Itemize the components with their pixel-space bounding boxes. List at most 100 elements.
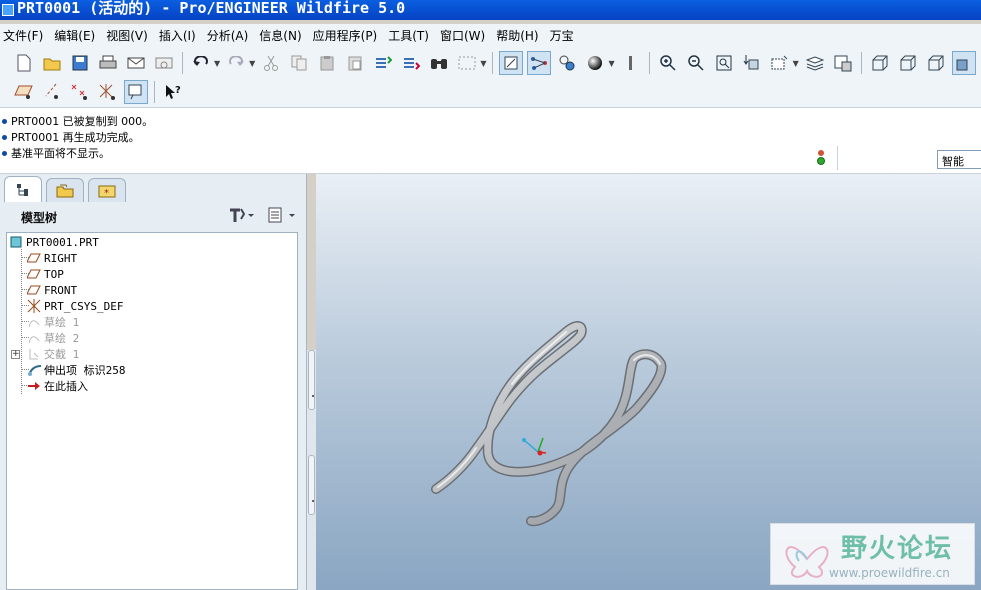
view-manager-button[interactable] xyxy=(831,51,855,75)
tree-item-right[interactable]: RIGHT xyxy=(27,250,77,266)
find-button[interactable] xyxy=(427,51,451,75)
sash-expand-button[interactable] xyxy=(308,455,315,515)
scene-button[interactable] xyxy=(619,51,643,75)
spring-wire-model[interactable] xyxy=(431,321,667,527)
status-light-icon xyxy=(816,150,826,168)
menu-help[interactable]: 帮助(H) xyxy=(493,27,546,44)
context-help-button[interactable]: ? xyxy=(161,80,185,104)
menu-edit[interactable]: 编辑(E) xyxy=(51,27,103,44)
datum-display-button[interactable] xyxy=(499,51,524,75)
email-button[interactable] xyxy=(124,51,148,75)
no-hidden-button[interactable] xyxy=(924,51,948,75)
message-area: PRT0001 已被复制到 000。 PRT0001 再生成功完成。 基准平面将… xyxy=(0,108,981,174)
toolbar-separator xyxy=(182,52,183,74)
csys-triad-icon xyxy=(522,437,547,456)
annotation-display-button[interactable] xyxy=(124,80,148,104)
axis-display-button[interactable] xyxy=(40,80,64,104)
new-file-button[interactable] xyxy=(12,51,36,75)
spin-center-button[interactable] xyxy=(527,51,552,75)
message-line: PRT0001 再生成功完成。 xyxy=(2,129,140,145)
menu-applications[interactable]: 应用程序(P) xyxy=(310,27,386,44)
print-button[interactable] xyxy=(96,51,120,75)
tree-item-csys[interactable]: PRT_CSYS_DEF xyxy=(27,298,123,314)
refit-button[interactable] xyxy=(712,51,736,75)
tab-folder-browser[interactable] xyxy=(46,178,84,202)
tree-item-sketch-2[interactable]: 草绘 2 xyxy=(27,330,79,346)
undo-button[interactable] xyxy=(189,51,213,75)
datum-plane-icon xyxy=(27,283,41,297)
menu-window[interactable]: 窗口(W) xyxy=(437,27,493,44)
selection-filter-select[interactable]: 智能 xyxy=(937,150,981,169)
wireframe-button[interactable] xyxy=(868,51,892,75)
tree-item-insert-here[interactable]: 在此插入 xyxy=(27,378,88,394)
tab-favorites[interactable]: * xyxy=(88,178,126,202)
tree-item-label: FRONT xyxy=(44,283,78,297)
regenerate-button[interactable] xyxy=(371,51,395,75)
menu-view[interactable]: 视图(V) xyxy=(103,27,156,44)
message-text: PRT0001 已被复制到 000。 xyxy=(11,115,154,128)
paste-button[interactable] xyxy=(315,51,339,75)
saved-views-button[interactable] xyxy=(768,51,792,75)
shading-button[interactable] xyxy=(583,51,607,75)
tree-item-sketch-1[interactable]: 草绘 1 xyxy=(27,314,79,330)
redo-button[interactable] xyxy=(224,51,248,75)
hidden-line-button[interactable] xyxy=(896,51,920,75)
appearance-button[interactable] xyxy=(555,51,579,75)
menu-file[interactable]: 文件(F) xyxy=(0,27,51,44)
svg-text:?: ? xyxy=(175,85,181,96)
saved-views-dropdown-icon[interactable]: ▼ xyxy=(793,59,799,68)
tree-show-button[interactable] xyxy=(267,206,299,228)
message-text: PRT0001 再生成功完成。 xyxy=(11,131,140,144)
tree-item-intersect-1[interactable]: 交截 1 xyxy=(27,346,79,362)
select-box-button[interactable] xyxy=(455,51,479,75)
reorient-button[interactable] xyxy=(740,51,764,75)
select-dropdown-icon[interactable]: ▼ xyxy=(480,59,486,68)
tree-item-top[interactable]: TOP xyxy=(27,266,64,282)
status-divider xyxy=(837,146,838,170)
annotation-display-icon xyxy=(128,84,142,100)
message-line: PRT0001 已被复制到 000。 xyxy=(2,113,153,129)
spin-center-icon xyxy=(531,57,548,70)
tree-item-protrusion[interactable]: 伸出项 标识258 xyxy=(27,362,126,378)
plane-display-button[interactable] xyxy=(12,80,36,104)
shading-dropdown-icon[interactable]: ▼ xyxy=(608,59,614,68)
saved-views-icon xyxy=(771,55,787,70)
menu-insert[interactable]: 插入(I) xyxy=(156,27,204,44)
csys-display-button[interactable] xyxy=(96,80,120,104)
tree-item-front[interactable]: FRONT xyxy=(27,282,77,298)
menu-wanbao[interactable]: 万宝 xyxy=(547,27,582,44)
paste-special-button[interactable] xyxy=(343,51,367,75)
menu-info[interactable]: 信息(N) xyxy=(256,27,309,44)
layers-button[interactable] xyxy=(803,51,827,75)
tree-expand-toggle[interactable]: + xyxy=(11,346,20,362)
save-button[interactable] xyxy=(68,51,92,75)
copy-button[interactable] xyxy=(287,51,311,75)
menu-tools[interactable]: 工具(T) xyxy=(385,27,437,44)
favorites-icon: * xyxy=(98,185,116,198)
open-file-button[interactable] xyxy=(40,51,64,75)
tab-model-tree[interactable] xyxy=(4,176,42,202)
tree-item-label: PRT_CSYS_DEF xyxy=(44,299,124,313)
mail-link-icon xyxy=(155,57,173,69)
cut-button[interactable] xyxy=(259,51,283,75)
message-text: 基准平面将不显示。 xyxy=(11,147,110,160)
redo-dropdown-icon[interactable]: ▼ xyxy=(249,59,255,68)
tree-item-part[interactable]: PRT0001.PRT xyxy=(9,234,99,250)
shaded-button[interactable] xyxy=(951,51,976,75)
svg-text:*: * xyxy=(104,188,109,198)
zoom-in-button[interactable] xyxy=(656,51,680,75)
tree-settings-button[interactable] xyxy=(228,206,256,228)
regeneration-manager-button[interactable] xyxy=(399,51,423,75)
part-icon xyxy=(9,235,23,249)
menu-analysis[interactable]: 分析(A) xyxy=(204,27,257,44)
help-pointer-icon: ? xyxy=(166,85,181,99)
toolbar-row-1: ▼ ▼ ▼ ▼ ▼ xyxy=(12,49,980,77)
zoom-out-button[interactable] xyxy=(684,51,708,75)
message-bullet-icon xyxy=(2,118,7,124)
tree-item-label: 在此插入 xyxy=(44,380,88,393)
panel-sash[interactable] xyxy=(307,350,316,590)
email-link-button[interactable] xyxy=(152,51,176,75)
point-display-button[interactable] xyxy=(68,80,92,104)
undo-dropdown-icon[interactable]: ▼ xyxy=(214,59,220,68)
sash-collapse-button[interactable] xyxy=(308,350,315,410)
